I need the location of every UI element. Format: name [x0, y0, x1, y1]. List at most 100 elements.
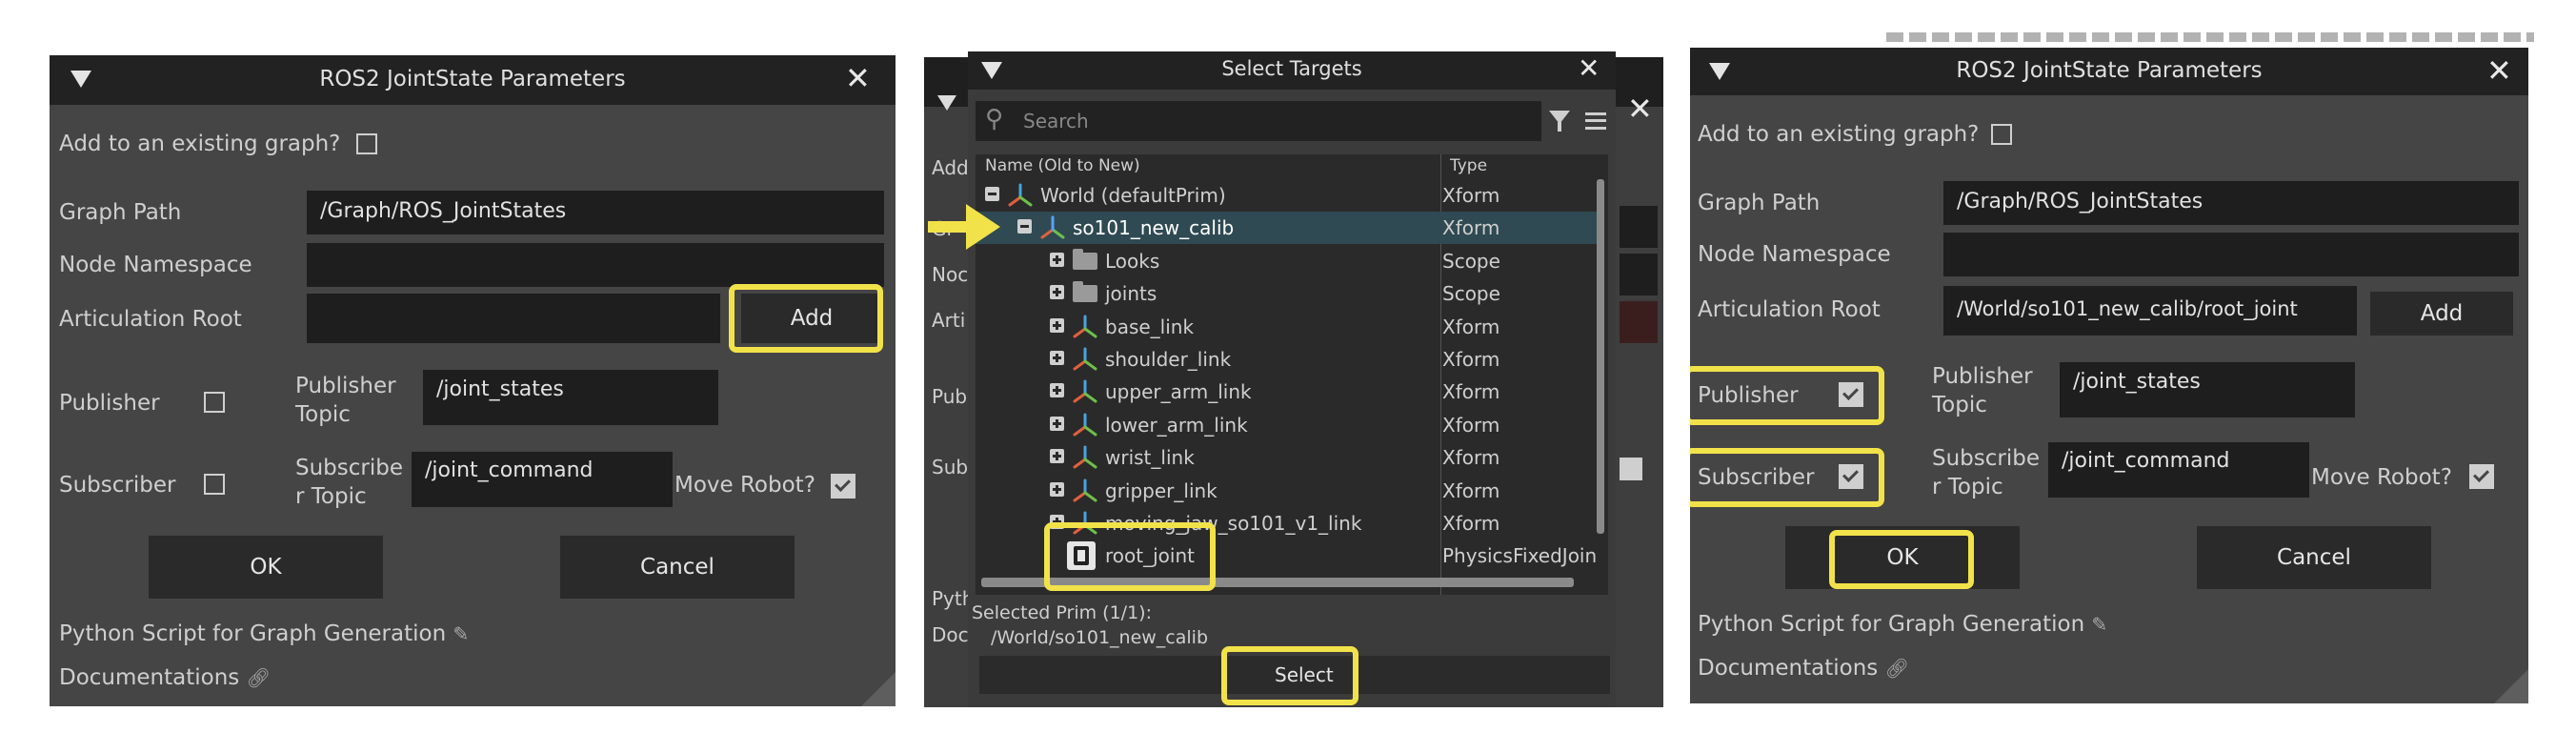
articulation-root-field[interactable]: /World/so101_new_calib/root_joint	[1943, 286, 2357, 336]
selected-prim-path: /World/so101_new_calib	[991, 627, 1209, 648]
close-icon[interactable]: ✕	[845, 61, 871, 95]
expand-icon[interactable]	[1050, 317, 1064, 333]
search-input[interactable]: Search	[1023, 110, 1089, 132]
subscriber-topic-label-line1: Subscribe	[1932, 446, 2041, 471]
expand-icon[interactable]	[1050, 481, 1064, 497]
add-existing-graph-checkbox[interactable]	[356, 133, 377, 154]
add-button[interactable]: Add	[741, 294, 882, 343]
horizontal-scrollbar[interactable]	[981, 578, 1574, 587]
xform-icon	[1073, 478, 1097, 502]
graph-path-label: Graph Path	[59, 200, 182, 225]
tree-row[interactable]: Looks Scope	[976, 245, 1604, 277]
tree-row-name: gripper_link	[1105, 478, 1218, 502]
column-header-type[interactable]: Type	[1450, 156, 1487, 175]
node-namespace-field[interactable]	[1943, 233, 2519, 276]
ok-button[interactable]: OK	[1785, 526, 2020, 589]
select-button[interactable]: Select	[979, 656, 1610, 694]
select-targets-titlebar[interactable]: Select Targets ✕	[968, 51, 1616, 90]
tree-row-name: shoulder_link	[1105, 348, 1232, 371]
menu-icon[interactable]	[1585, 112, 1606, 130]
publisher-checkbox[interactable]	[1839, 382, 1863, 407]
move-robot-checkbox[interactable]	[831, 474, 855, 499]
ok-button[interactable]: OK	[149, 536, 383, 599]
expand-icon[interactable]	[1050, 515, 1064, 529]
resize-grip-icon[interactable]	[861, 672, 896, 706]
menu-icon-middle-bar	[1585, 119, 1606, 122]
tree-row[interactable]: base_link Xform	[976, 311, 1604, 343]
close-icon[interactable]: ✕	[1578, 51, 1600, 86]
selected-prim-label: Selected Prim (1/1):	[972, 602, 1152, 623]
tree-row[interactable]: joints Scope	[976, 277, 1604, 310]
joint-icon	[1067, 541, 1096, 571]
dialog-titlebar[interactable]: ROS2 JointState Parameters ✕	[50, 55, 896, 105]
tree-row[interactable]: moving_jaw_so101_v1_link Xform	[976, 507, 1604, 539]
subscriber-checkbox[interactable]	[204, 474, 225, 495]
background-label-doc: Doc	[932, 623, 969, 646]
collapse-icon[interactable]	[1017, 219, 1032, 234]
documentations-link[interactable]: Documentations 🔗︎	[59, 665, 271, 690]
node-namespace-field[interactable]	[307, 243, 884, 287]
subscriber-topic-field[interactable]: /joint_command	[412, 452, 673, 507]
vertical-scrollbar[interactable]	[1597, 179, 1604, 534]
graph-path-field[interactable]: /Graph/ROS_JointStates	[1943, 181, 2519, 225]
expand-icon[interactable]	[1050, 285, 1064, 300]
publisher-checkbox[interactable]	[204, 392, 225, 413]
expand-icon[interactable]	[1050, 416, 1064, 431]
move-robot-checkbox[interactable]	[2469, 464, 2494, 489]
graph-path-label: Graph Path	[1698, 191, 1821, 215]
graph-path-field[interactable]: /Graph/ROS_JointStates	[307, 191, 884, 234]
tree-row[interactable]: upper_arm_link Xform	[976, 376, 1604, 408]
expand-icon[interactable]	[1050, 252, 1064, 267]
edit-icon: ✎	[453, 622, 470, 645]
edit-icon: ✎	[2091, 613, 2108, 636]
subscriber-checkbox[interactable]	[1839, 464, 1863, 489]
select-targets-title: Select Targets	[1221, 57, 1362, 80]
tree-row[interactable]: so101_new_calib Xform	[976, 212, 1604, 245]
dialog-title: ROS2 JointState Parameters	[319, 67, 626, 92]
tree-row-type: Xform	[1442, 348, 1500, 371]
python-script-link[interactable]: Python Script for Graph Generation ✎	[59, 621, 469, 646]
tree-row[interactable]: shoulder_link Xform	[976, 343, 1604, 376]
dialog-titlebar[interactable]: ROS2 JointState Parameters ✕	[1690, 48, 2528, 95]
tree-row-type: Scope	[1442, 282, 1500, 306]
folder-icon	[1073, 281, 1097, 303]
expand-icon[interactable]	[1050, 351, 1064, 365]
publisher-topic-field[interactable]: /joint_states	[2060, 362, 2355, 417]
publisher-topic-field[interactable]: /joint_states	[423, 370, 718, 425]
tree-row[interactable]: lower_arm_link Xform	[976, 409, 1604, 441]
publisher-label: Publisher	[1698, 383, 1799, 408]
add-button[interactable]: Add	[2370, 292, 2513, 336]
tree-row[interactable]: wrist_link Xform	[976, 441, 1604, 474]
search-bar[interactable]: ⚲ Search	[976, 101, 1541, 141]
python-script-label: Python Script for Graph Generation	[1698, 612, 2085, 637]
add-existing-graph-label: Add to an existing graph?	[1698, 122, 1980, 147]
expand-icon[interactable]	[1050, 449, 1064, 464]
cancel-button[interactable]: Cancel	[2197, 526, 2431, 589]
select-targets-dialog: Select Targets ✕ ⚲ Search Name (Old to N…	[968, 51, 1616, 707]
tree-row-type: Xform	[1442, 512, 1500, 535]
subscriber-topic-label-line1: Subscribe	[295, 456, 404, 480]
subscriber-topic-field[interactable]: /joint_command	[2048, 442, 2309, 498]
add-existing-graph-checkbox[interactable]	[1991, 124, 2012, 145]
resize-grip-icon[interactable]	[2494, 669, 2528, 703]
folder-icon	[1073, 248, 1097, 270]
publisher-label: Publisher	[59, 391, 160, 416]
cancel-button[interactable]: Cancel	[560, 536, 795, 599]
articulation-root-label: Articulation Root	[1698, 297, 1881, 322]
documentations-link[interactable]: Documentations 🔗︎	[1698, 656, 1909, 681]
expand-icon[interactable]	[1050, 383, 1064, 398]
tree-row[interactable]: World (defaultPrim) Xform	[976, 179, 1604, 212]
articulation-root-field[interactable]	[307, 294, 720, 343]
filter-stem-icon	[1558, 122, 1561, 132]
tree-row[interactable]: gripper_link Xform	[976, 475, 1604, 507]
column-header-name[interactable]: Name (Old to New)	[985, 156, 1140, 175]
tree-row[interactable]: root_joint PhysicsFixedJoin	[976, 539, 1604, 572]
tree-header: Name (Old to New) Type	[976, 154, 1608, 179]
tree-rows: World (defaultPrim) Xform so101_new_calib X…	[976, 179, 1608, 572]
collapse-icon[interactable]	[985, 187, 999, 201]
tree-row-type: Xform	[1442, 216, 1500, 240]
python-script-link[interactable]: Python Script for Graph Generation ✎	[1698, 612, 2107, 637]
publisher-topic-label-line1: Publisher	[1932, 364, 2033, 389]
close-icon[interactable]: ✕	[2486, 53, 2512, 88]
tree-row-type: Xform	[1442, 184, 1500, 207]
